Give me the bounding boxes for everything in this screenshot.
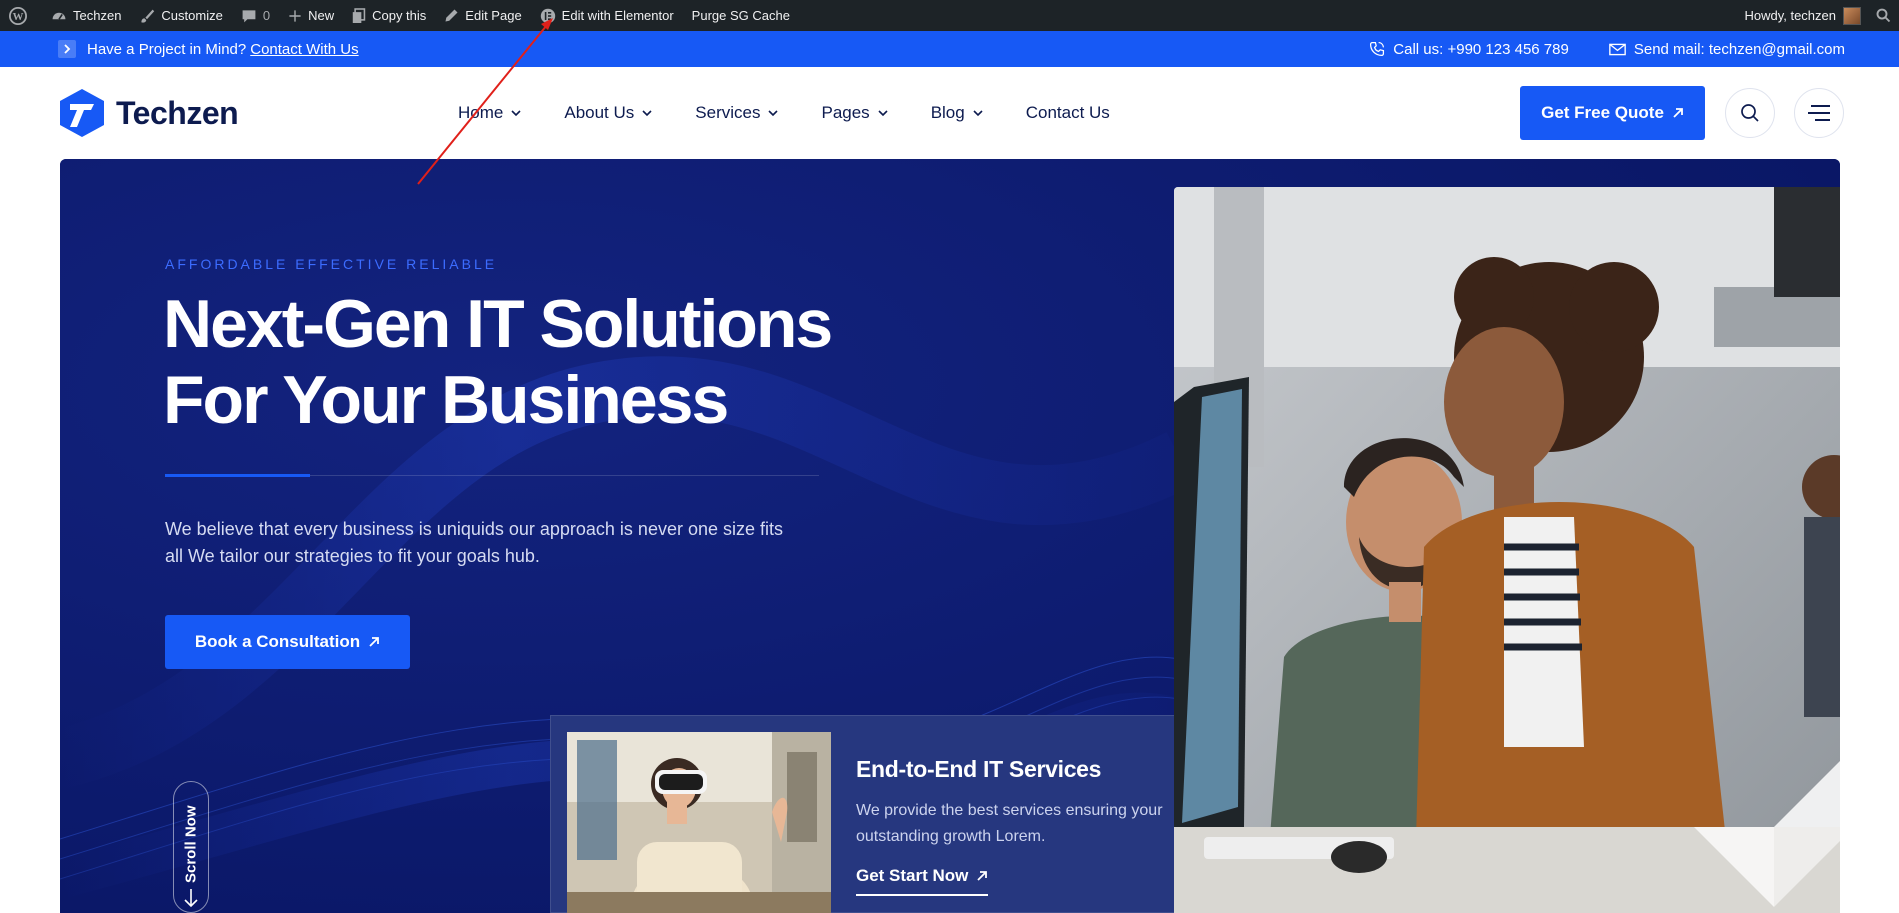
wp-admin-bar: W Techzen Customize 0 New Copy this Edit… xyxy=(0,0,1899,31)
wordpress-icon: W xyxy=(9,6,27,25)
edit-page-label: Edit Page xyxy=(465,8,522,23)
hero-eyebrow: AFFORDABLE EFFECTIVE RELIABLE xyxy=(165,256,498,272)
logo-text: Techzen xyxy=(116,94,239,131)
menu-toggle-button[interactable] xyxy=(1794,88,1844,138)
comment-icon xyxy=(242,9,256,22)
phone-label: Call us: +990 123 456 789 xyxy=(1393,40,1569,58)
hero-photo xyxy=(1174,187,1840,913)
hero-divider-accent xyxy=(165,474,310,477)
copy-icon xyxy=(352,7,366,23)
new-label: New xyxy=(308,8,335,23)
get-free-quote-button[interactable]: Get Free Quote xyxy=(1520,86,1705,140)
email-info[interactable]: Send mail: techzen@gmail.com xyxy=(1609,41,1845,58)
contact-with-us-link[interactable]: Contact With Us xyxy=(250,41,358,58)
phone-info[interactable]: Call us: +990 123 456 789 xyxy=(1369,41,1569,58)
copy-this-link[interactable]: Copy this xyxy=(343,0,435,31)
edit-page-link[interactable]: Edit Page xyxy=(435,0,530,31)
nav-item-blog[interactable]: Blog xyxy=(931,103,983,123)
nav-item-about-us[interactable]: About Us xyxy=(564,103,652,123)
comments-count: 0 xyxy=(262,8,271,23)
hero-title-line2: For Your Business xyxy=(163,362,729,438)
pencil-icon xyxy=(445,9,458,22)
service-card-image xyxy=(567,732,831,913)
purge-cache-link[interactable]: Purge SG Cache xyxy=(683,0,799,31)
arrow-down-icon xyxy=(184,889,198,908)
nav-item-services[interactable]: Services xyxy=(695,103,779,123)
plus-icon xyxy=(289,9,301,22)
nav-item-pages[interactable]: Pages xyxy=(821,103,888,123)
chevron-down-icon xyxy=(973,109,983,116)
brush-icon xyxy=(141,9,155,23)
top-info-bar: Have a Project in Mind? Contact With Us … xyxy=(0,31,1899,67)
site-name-link[interactable]: Techzen xyxy=(42,0,130,31)
techzen-logo-icon xyxy=(60,89,104,137)
customize-link[interactable]: Customize xyxy=(130,0,231,31)
search-icon xyxy=(1876,8,1891,23)
header-search-button[interactable] xyxy=(1725,88,1775,138)
admin-search-button[interactable] xyxy=(1867,0,1899,31)
nav-item-label: Services xyxy=(695,103,761,122)
service-card: End-to-End IT Services We provide the be… xyxy=(550,715,1190,913)
site-logo[interactable]: Techzen xyxy=(60,89,239,137)
edit-elementor-label: Edit with Elementor xyxy=(561,8,674,23)
book-consultation-button[interactable]: Book a Consultation xyxy=(165,615,410,669)
chevron-down-icon xyxy=(511,109,521,116)
nav-item-label: Contact Us xyxy=(1025,103,1110,122)
hero-description: We believe that every business is uniqui… xyxy=(165,519,784,566)
phone-icon xyxy=(1370,41,1385,57)
main-nav: Home About Us Services Pages Blog Contac… xyxy=(458,67,1153,159)
nav-item-label: Blog xyxy=(930,103,965,122)
elementor-icon xyxy=(540,8,555,23)
chevron-down-icon xyxy=(878,109,888,116)
hero-section: AFFORDABLE EFFECTIVE RELIABLE Next-Gen I… xyxy=(60,159,1840,913)
hero-title: Next-Gen IT Solutions For Your Business xyxy=(163,286,883,438)
arrow-up-right-icon xyxy=(977,871,988,881)
arrow-up-right-icon xyxy=(369,637,380,647)
search-icon xyxy=(1741,104,1759,122)
get-start-label: Get Start Now xyxy=(856,866,969,885)
chevron-down-icon xyxy=(768,109,779,116)
menu-icon xyxy=(1808,105,1830,121)
nav-item-label: Pages xyxy=(821,103,870,122)
site-header: Techzen Home About Us Services Pages Blo… xyxy=(0,67,1899,159)
chevron-down-icon xyxy=(642,109,652,116)
account-menu[interactable]: Howdy, techzen xyxy=(1735,0,1867,31)
nav-item-contact-us[interactable]: Contact Us xyxy=(1026,103,1110,123)
site-name-label: Techzen xyxy=(73,8,122,23)
purge-cache-label: Purge SG Cache xyxy=(691,8,790,23)
project-text: Have a Project in Mind? xyxy=(87,40,247,58)
service-card-title: End-to-End IT Services xyxy=(856,756,1102,782)
get-start-now-link[interactable]: Get Start Now xyxy=(856,866,989,896)
dashboard-icon xyxy=(52,12,66,20)
nav-item-home[interactable]: Home xyxy=(458,103,521,123)
edit-elementor-link[interactable]: Edit with Elementor xyxy=(531,0,683,31)
mail-icon xyxy=(1609,43,1626,55)
svg-text:W: W xyxy=(13,11,24,23)
consult-button-label: Book a Consultation xyxy=(194,632,361,651)
howdy-label: Howdy, techzen xyxy=(1744,8,1836,23)
comments-link[interactable]: 0 xyxy=(232,0,279,31)
hero-title-line1: Next-Gen IT Solutions xyxy=(163,286,833,362)
copy-label: Copy this xyxy=(372,8,427,23)
new-content-link[interactable]: New xyxy=(279,0,343,31)
customize-label: Customize xyxy=(161,8,223,23)
arrow-up-right-icon xyxy=(1673,108,1683,118)
nav-item-label: Home xyxy=(458,103,504,122)
wordpress-logo-button[interactable]: W xyxy=(0,0,42,31)
scroll-now-label: Scroll Now xyxy=(182,805,200,883)
service-card-description: We provide the best services ensuring yo… xyxy=(856,802,1163,845)
quote-button-label: Get Free Quote xyxy=(1541,103,1664,122)
chevron-right-icon xyxy=(58,40,76,58)
nav-item-label: About Us xyxy=(564,103,635,122)
avatar xyxy=(1843,6,1861,25)
email-label: Send mail: techzen@gmail.com xyxy=(1633,40,1845,58)
